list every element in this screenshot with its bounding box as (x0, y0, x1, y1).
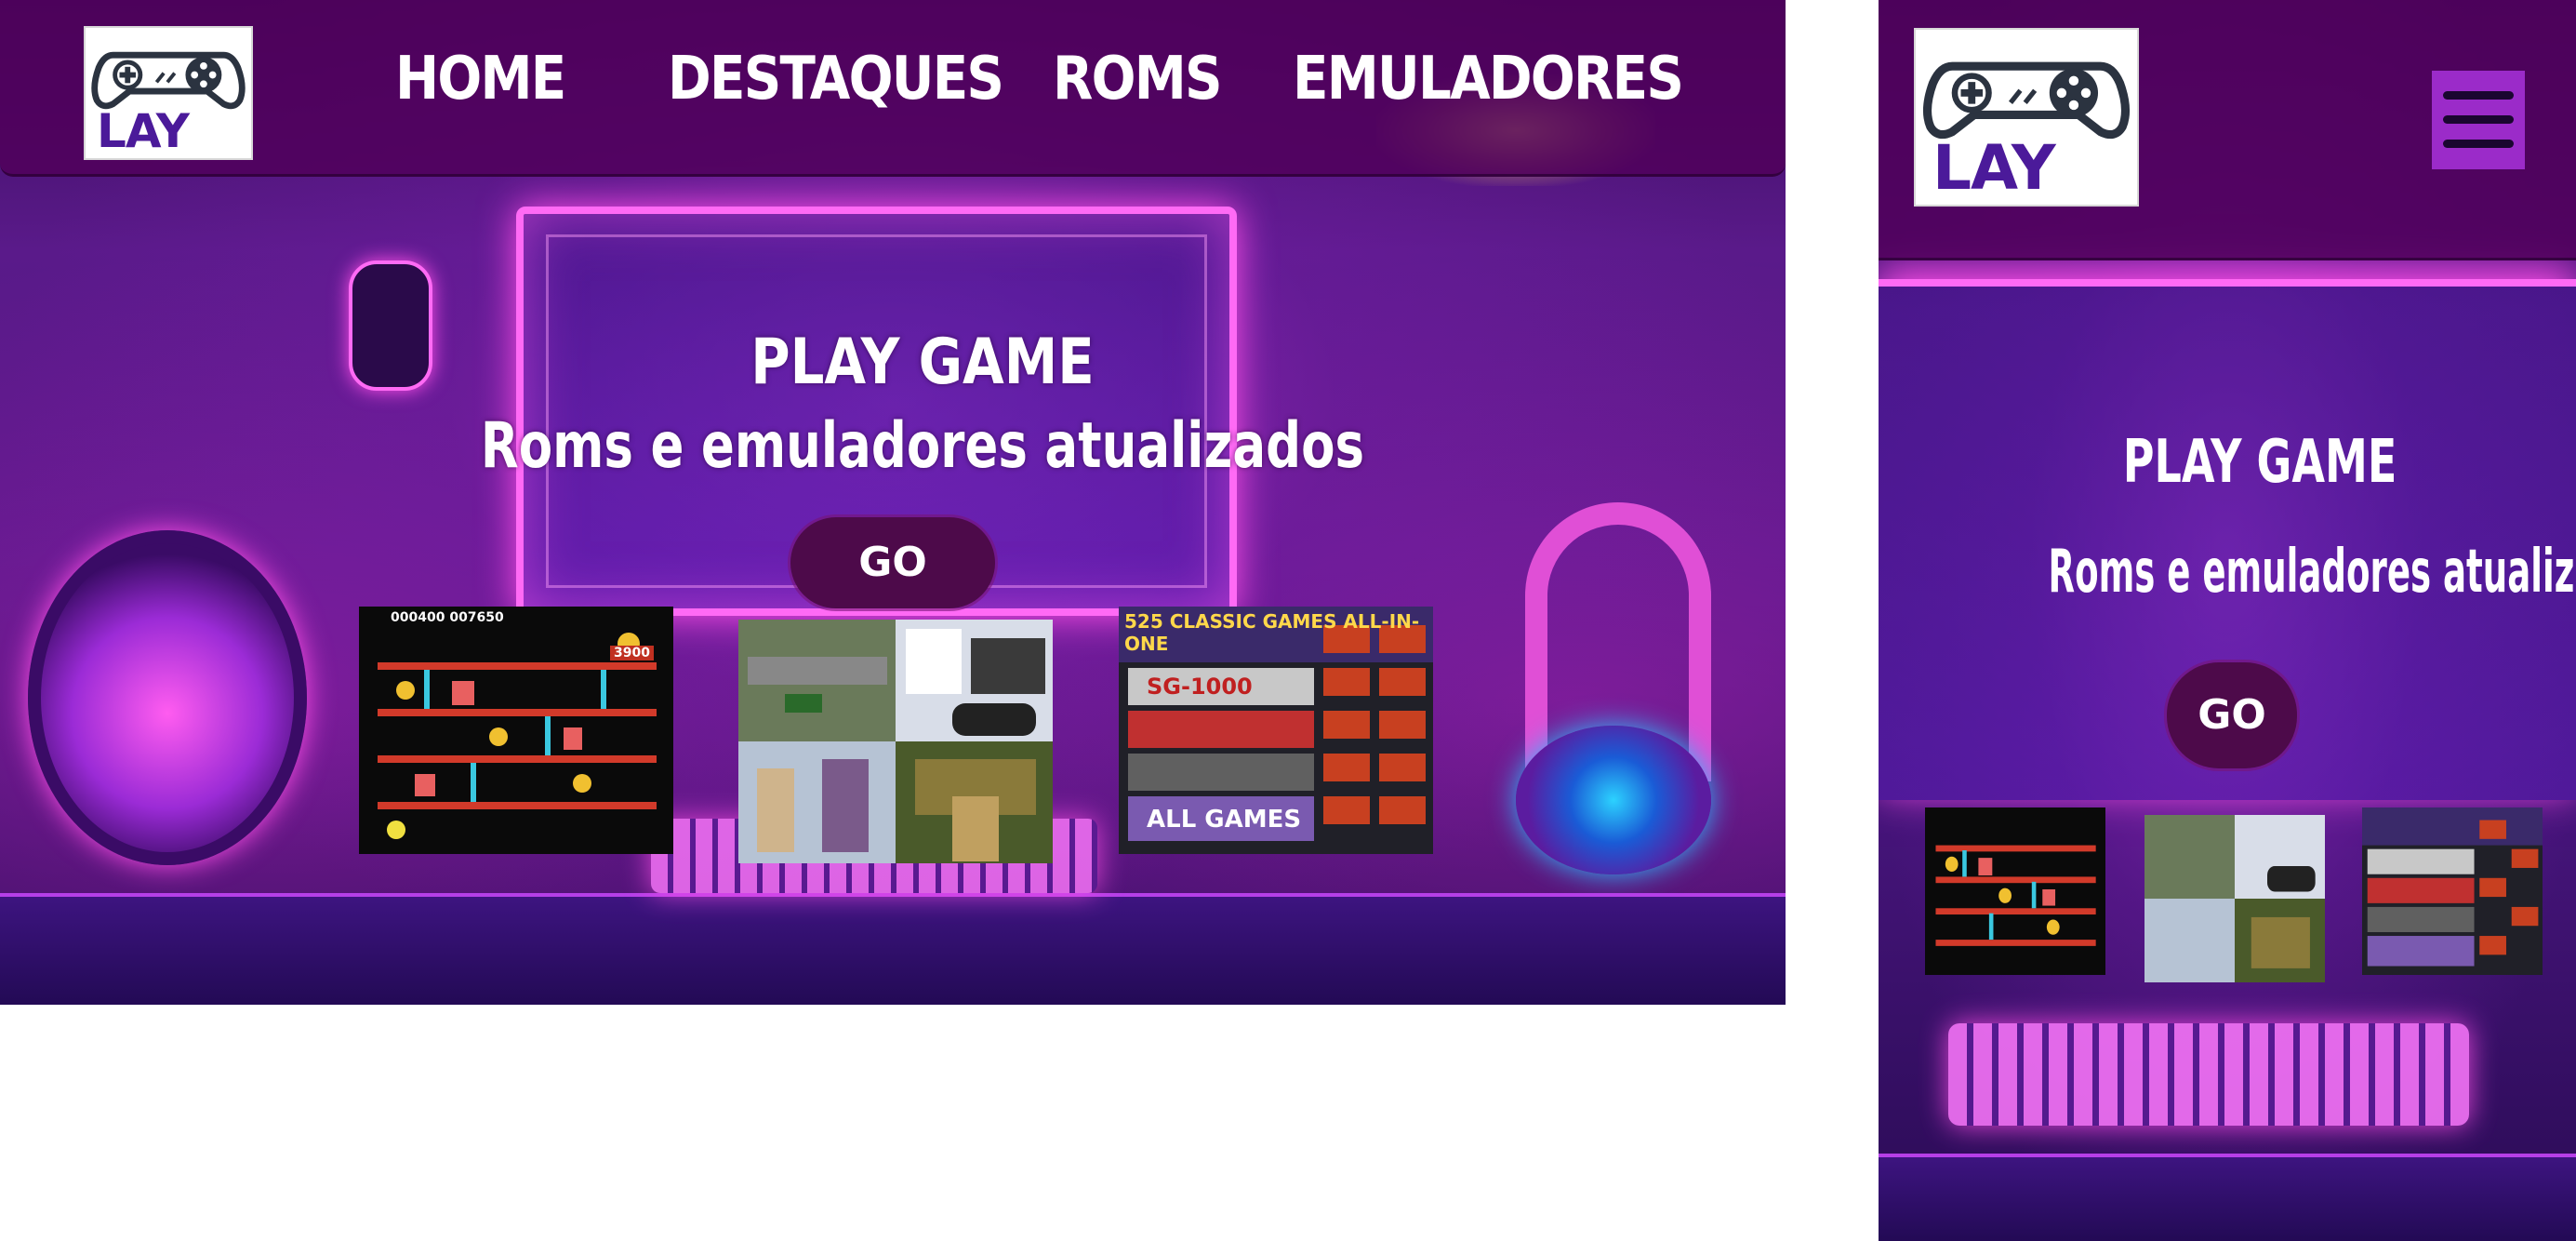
arcade-bonus: 3900 (610, 646, 654, 661)
emulator-collage-image (738, 620, 1053, 863)
arcade-score: 000400 007650 (391, 610, 504, 625)
hero-subtitle: Roms e emuladores atualizados (480, 409, 1365, 483)
mobile-desk-surface (1879, 1154, 2576, 1241)
emulator-collage-image (2144, 815, 2325, 982)
mobile-hero-subtitle: Roms e emuladores atualizados (2048, 538, 2576, 607)
hamburger-bar (2443, 140, 2514, 148)
nav-home-link[interactable]: HOME (395, 45, 566, 113)
arcade-game-thumbnail[interactable]: 000400 007650 3900 (359, 607, 673, 854)
headphone-cup-decoration (1516, 726, 1711, 874)
hamburger-menu-button[interactable] (2432, 71, 2525, 169)
classic-games-thumbnail[interactable]: 525 CLASSIC GAMES ALL-IN-ONE SG-1000 ALL… (1119, 607, 1433, 854)
collection-footer: ALL GAMES (1147, 806, 1302, 834)
hamburger-bar (2443, 91, 2514, 100)
desktop-navbar: LAY HOME DESTAQUES ROMS EMULADORES (0, 0, 1786, 177)
mobile-site-logo[interactable]: LAY (1914, 28, 2139, 207)
collection-badge: SG-1000 (1147, 674, 1253, 700)
go-button[interactable]: GO (790, 517, 995, 608)
mobile-emulator-gameplay-thumbnail[interactable] (2144, 815, 2325, 982)
emulator-gameplay-thumbnail[interactable] (738, 620, 1053, 863)
mobile-keyboard-decoration (1948, 1023, 2469, 1126)
mobile-classic-games-thumbnail[interactable] (2362, 807, 2543, 975)
desk-surface (0, 893, 1786, 1005)
mobile-go-button[interactable]: GO (2167, 662, 2297, 768)
nav-destaques-link[interactable]: DESTAQUES (668, 45, 1004, 113)
collection-title: 525 CLASSIC GAMES ALL-IN-ONE (1124, 610, 1420, 655)
mobile-hero-title: PLAY GAME (2122, 428, 2397, 497)
classic-games-image (2362, 807, 2543, 975)
logo-text: LAY (97, 104, 190, 158)
mobile-arcade-game-thumbnail[interactable] (1925, 807, 2105, 975)
arcade-collage-image (1925, 807, 2105, 975)
arcade-collage-image (359, 607, 673, 854)
nav-emuladores-link[interactable]: EMULADORES (1293, 45, 1684, 113)
mobile-mockup: LAY PLAY GAME Roms e emuladores atualiza… (1879, 0, 2576, 1241)
mobile-navbar: LAY (1879, 0, 2576, 260)
hamburger-bar (2443, 115, 2514, 124)
hero-title: PLAY GAME (750, 326, 1095, 399)
logo-text: LAY (1932, 132, 2056, 204)
orb-decoration (28, 530, 307, 865)
nav-roms-link[interactable]: ROMS (1053, 45, 1223, 113)
site-logo[interactable]: LAY (84, 26, 253, 160)
desktop-mockup: LAY HOME DESTAQUES ROMS EMULADORES PLAY … (0, 0, 1786, 1005)
